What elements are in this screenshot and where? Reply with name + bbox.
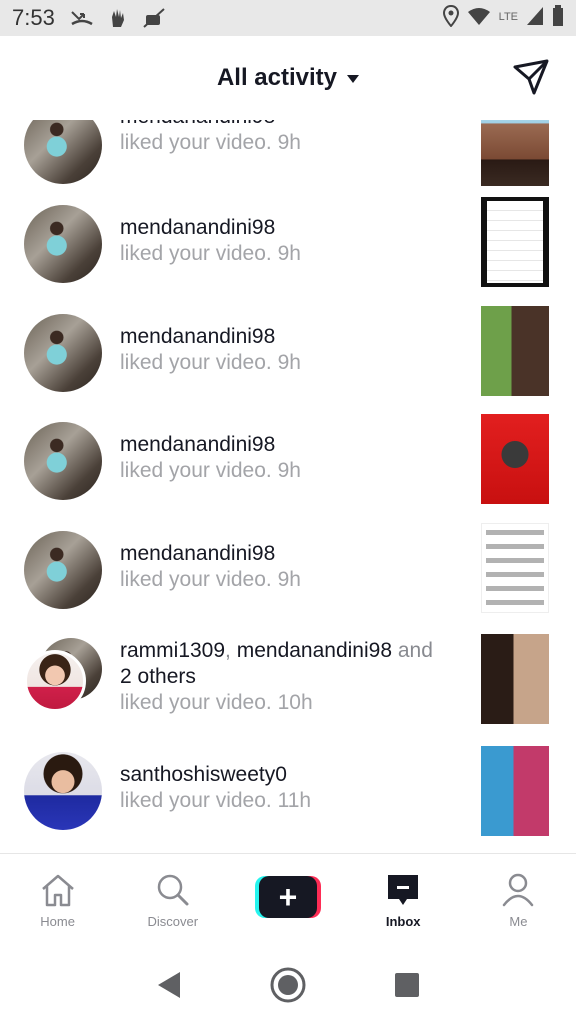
- list-item[interactable]: mendanandini98 liked your video. 9h: [0, 414, 576, 520]
- home-circle-icon: [270, 967, 306, 1002]
- activity-filter-dropdown[interactable]: All activity: [216, 64, 360, 92]
- direct-message-button[interactable]: [512, 58, 550, 96]
- system-nav-bar: [0, 945, 576, 1024]
- home-icon: [41, 874, 74, 907]
- video-thumbnail[interactable]: [481, 523, 549, 613]
- list-item[interactable]: mendanandini98 liked your video. 9h: [0, 120, 576, 196]
- create-button[interactable]: +: [255, 876, 321, 918]
- username[interactable]: mendanandini98: [120, 541, 460, 567]
- missed-call-icon: [69, 7, 95, 29]
- action-text: liked your video.: [120, 789, 272, 812]
- avatar[interactable]: [24, 205, 102, 283]
- inbox-icon: [388, 875, 419, 905]
- status-bar: 7:53 LTE: [0, 0, 576, 36]
- avatar[interactable]: [24, 752, 102, 830]
- bottom-nav: Home Discover + Inbox Me: [0, 853, 576, 945]
- video-thumbnail[interactable]: [481, 306, 549, 396]
- avatar[interactable]: [24, 422, 102, 500]
- video-thumbnail[interactable]: [481, 197, 549, 287]
- back-triangle-icon: [158, 971, 181, 998]
- nav-home[interactable]: Home: [0, 854, 115, 945]
- username[interactable]: mendanandini98: [120, 120, 460, 130]
- no-data-icon: [141, 7, 167, 29]
- avatar[interactable]: [24, 650, 86, 712]
- username-second[interactable]: mendanandini98: [237, 639, 392, 662]
- username[interactable]: mendanandini98: [120, 215, 460, 241]
- username[interactable]: mendanandini98: [120, 324, 460, 350]
- battery-icon: [552, 4, 564, 32]
- page-title: All activity: [216, 64, 338, 91]
- network-label: LTE: [498, 10, 518, 23]
- time-ago: 9h: [277, 459, 301, 482]
- username[interactable]: mendanandini98: [120, 432, 460, 458]
- avatar[interactable]: [24, 531, 102, 609]
- nav-me[interactable]: Me: [461, 854, 576, 945]
- list-item[interactable]: santhoshisweety0 liked your video. 11h: [0, 746, 576, 850]
- time-ago: 11h: [277, 789, 312, 812]
- and-text: and: [392, 639, 433, 662]
- nav-discover[interactable]: Discover: [115, 854, 230, 945]
- nav-label: Me: [509, 914, 528, 929]
- hand-icon: [105, 7, 131, 29]
- nav-label: Inbox: [385, 914, 421, 929]
- caret-down-icon: [347, 75, 360, 83]
- time-ago: 9h: [277, 131, 301, 154]
- plus-icon: +: [259, 876, 317, 918]
- search-icon: [157, 874, 189, 906]
- profile-icon: [503, 873, 534, 907]
- recents-button[interactable]: [387, 965, 427, 1005]
- video-thumbnail[interactable]: [481, 634, 549, 724]
- video-thumbnail[interactable]: [481, 120, 549, 186]
- signal-icon: [526, 6, 544, 31]
- nav-label: Discover: [147, 914, 199, 929]
- time-ago: 9h: [277, 351, 301, 374]
- status-right: LTE: [442, 4, 564, 32]
- back-button[interactable]: [149, 965, 189, 1005]
- nav-inbox[interactable]: Inbox: [346, 854, 461, 945]
- header: All activity: [0, 36, 576, 120]
- list-item[interactable]: rammi1309, mendanandini98 and 2 others l…: [0, 630, 576, 740]
- separator: ,: [225, 639, 237, 662]
- nav-create[interactable]: +: [230, 854, 345, 945]
- username[interactable]: santhoshisweety0: [120, 762, 460, 788]
- activity-list[interactable]: mendanandini98 liked your video. 9h mend…: [0, 120, 576, 853]
- video-thumbnail[interactable]: [481, 746, 549, 836]
- action-text: liked your video.: [120, 691, 272, 714]
- avatar[interactable]: [24, 120, 102, 184]
- action-text: liked your video.: [120, 131, 272, 154]
- time-ago: 10h: [277, 691, 313, 714]
- video-thumbnail[interactable]: [481, 414, 549, 504]
- paper-plane-icon: [513, 59, 549, 95]
- time-ago: 9h: [277, 242, 301, 265]
- others-link[interactable]: 2 others: [120, 664, 460, 690]
- home-system-button[interactable]: [268, 965, 308, 1005]
- location-icon: [442, 4, 459, 32]
- list-item[interactable]: mendanandini98 liked your video. 9h: [0, 306, 576, 412]
- time-ago: 9h: [277, 568, 301, 591]
- action-text: liked your video.: [120, 459, 272, 482]
- nav-label: Home: [40, 914, 75, 929]
- list-item[interactable]: mendanandini98 liked your video. 9h: [0, 523, 576, 629]
- recents-square-icon: [394, 972, 419, 997]
- action-text: liked your video.: [120, 351, 272, 374]
- status-time: 7:53: [12, 5, 55, 30]
- username[interactable]: rammi1309: [120, 639, 225, 662]
- wifi-icon: [467, 6, 491, 31]
- action-text: liked your video.: [120, 242, 272, 265]
- avatar[interactable]: [24, 314, 102, 392]
- action-text: liked your video.: [120, 568, 272, 591]
- list-item[interactable]: mendanandini98 liked your video. 9h: [0, 197, 576, 303]
